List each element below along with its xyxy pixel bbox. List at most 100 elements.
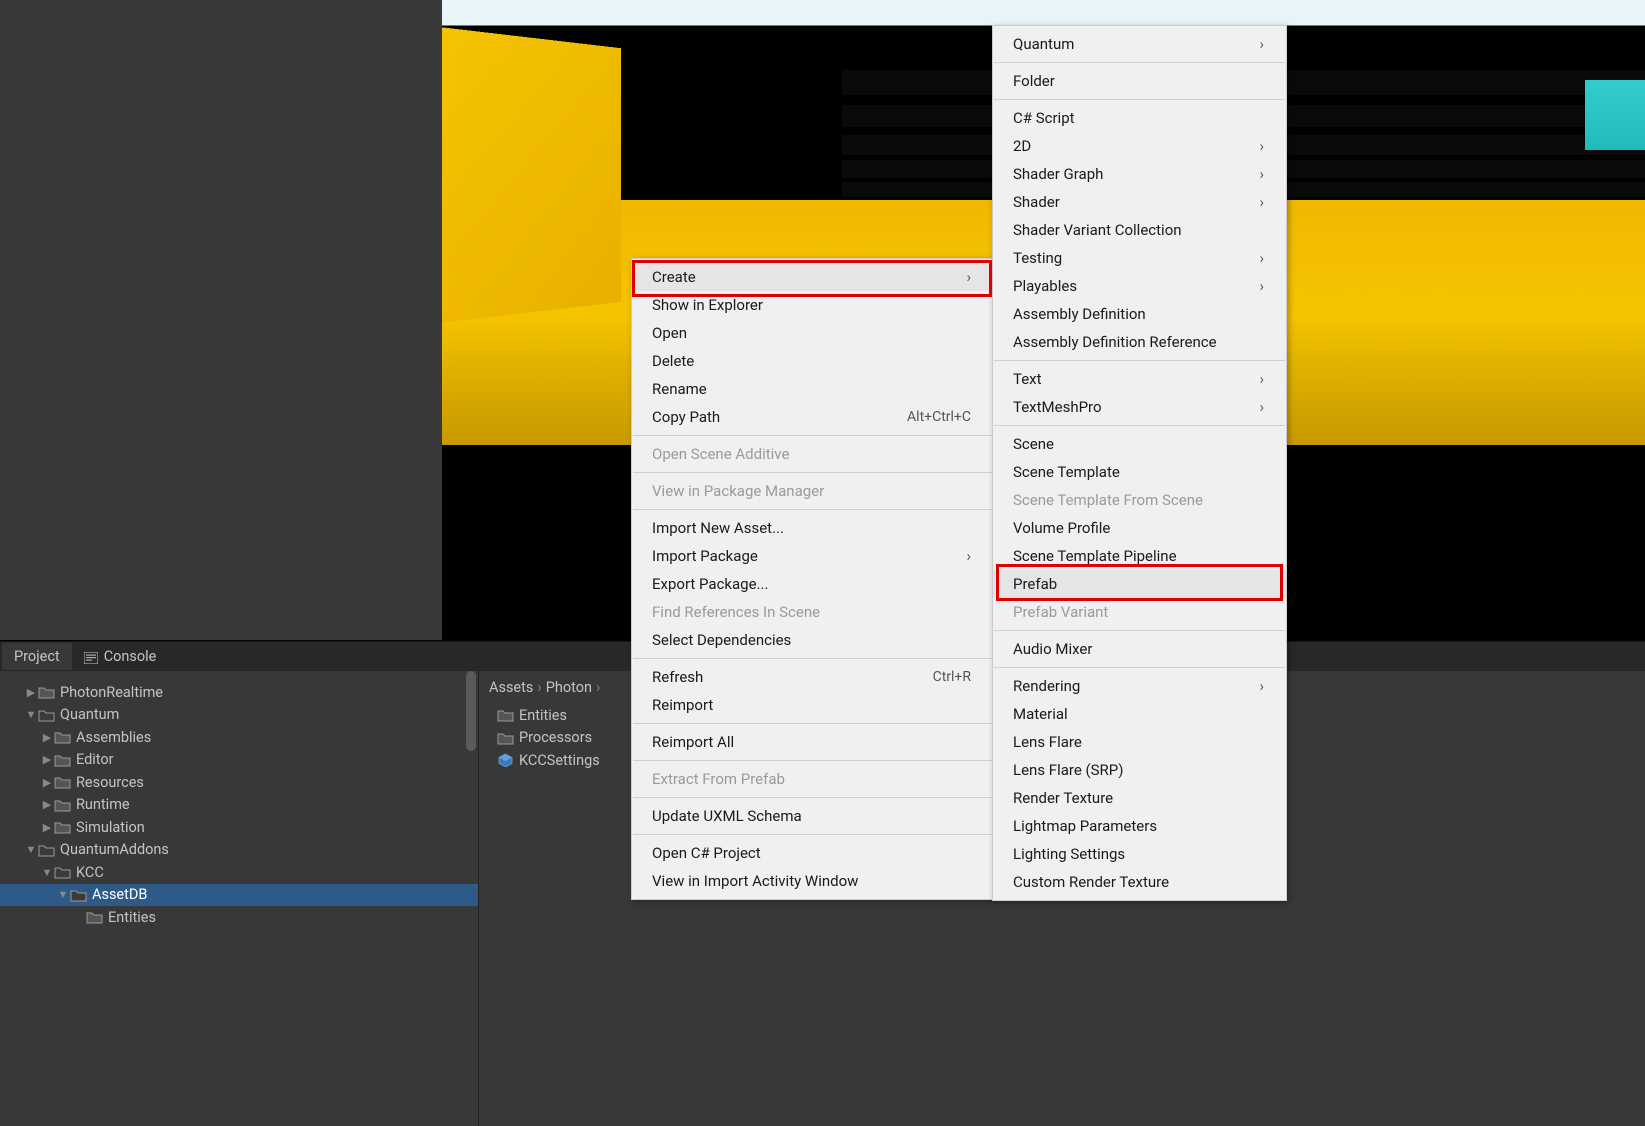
menu-item[interactable]: Rename	[632, 375, 993, 403]
menu-item-label: Rendering	[1013, 677, 1080, 695]
expand-arrow-icon[interactable]: ▼	[56, 888, 70, 901]
expand-arrow-icon[interactable]: ▶	[40, 753, 54, 766]
breadcrumb-item[interactable]: Photon	[546, 679, 592, 696]
menu-item-label: Lens Flare	[1013, 733, 1082, 751]
expand-arrow-icon[interactable]: ▶	[24, 686, 38, 699]
menu-item[interactable]: Open	[632, 319, 993, 347]
menu-item[interactable]: Export Package...	[632, 570, 993, 598]
tab-console[interactable]: Console	[72, 643, 169, 670]
menu-item-label: Scene Template	[1013, 463, 1120, 481]
expand-arrow-icon[interactable]: ▼	[24, 708, 38, 721]
menu-item[interactable]: RefreshCtrl+R	[632, 663, 993, 691]
menu-item[interactable]: Reimport	[632, 691, 993, 719]
tree-item[interactable]: ▼KCC	[0, 861, 478, 884]
expand-arrow-icon[interactable]: ▶	[40, 821, 54, 834]
menu-item-label: Reimport	[652, 696, 713, 714]
menu-item[interactable]: Create›	[632, 263, 993, 291]
menu-item[interactable]: Update UXML Schema	[632, 802, 993, 830]
menu-item[interactable]: Shader Variant Collection	[993, 216, 1286, 244]
tree-item[interactable]: ▶ PhotonRealtime	[0, 681, 478, 704]
tree-item[interactable]: ▶Resources	[0, 771, 478, 794]
menu-item[interactable]: Shader Graph›	[993, 160, 1286, 188]
menu-item[interactable]: Render Texture	[993, 784, 1286, 812]
menu-item[interactable]: Assembly Definition	[993, 300, 1286, 328]
project-tree[interactable]: ▶PhotonRealtime▼Quantum▶Assemblies▶Edito…	[0, 671, 478, 1126]
menu-separator	[633, 723, 992, 724]
menu-item[interactable]: Delete	[632, 347, 993, 375]
menu-item[interactable]: Custom Render Texture	[993, 868, 1286, 896]
expand-arrow-icon[interactable]: ▼	[24, 843, 38, 856]
menu-separator	[633, 834, 992, 835]
menu-item-label: Extract From Prefab	[652, 770, 785, 788]
menu-item[interactable]: Material	[993, 700, 1286, 728]
menu-item[interactable]: Volume Profile	[993, 514, 1286, 542]
scrollbar-thumb[interactable]	[466, 671, 476, 751]
menu-separator	[994, 667, 1285, 668]
folder-icon	[54, 798, 71, 812]
menu-item-label: Copy Path	[652, 408, 720, 426]
menu-item-label: Assembly Definition	[1013, 305, 1146, 323]
chevron-right-icon: ›	[596, 679, 600, 696]
menu-item[interactable]: Open C# Project	[632, 839, 993, 867]
menu-item[interactable]: Prefab	[993, 570, 1286, 598]
menu-item-label: Create	[652, 268, 696, 286]
menu-item[interactable]: 2D›	[993, 132, 1286, 160]
menu-item[interactable]: Folder	[993, 67, 1286, 95]
tree-item[interactable]: ▼QuantumAddons	[0, 839, 478, 862]
menu-item[interactable]: Select Dependencies	[632, 626, 993, 654]
menu-item[interactable]: Import New Asset...	[632, 514, 993, 542]
tree-item-label: Runtime	[76, 796, 130, 813]
tree-item[interactable]: ▶ Runtime	[0, 794, 478, 817]
menu-item[interactable]: C# Script	[993, 104, 1286, 132]
menu-item[interactable]: Shader›	[993, 188, 1286, 216]
menu-item[interactable]: Testing›	[993, 244, 1286, 272]
breadcrumb-item[interactable]: Assets	[489, 679, 533, 696]
menu-item[interactable]: Scene Template Pipeline	[993, 542, 1286, 570]
menu-item[interactable]: Rendering›	[993, 672, 1286, 700]
tree-item-label: PhotonRealtime	[60, 684, 163, 701]
tree-item[interactable]: ▼AssetDB	[0, 884, 478, 907]
menu-item[interactable]: Text›	[993, 365, 1286, 393]
menu-item[interactable]: Audio Mixer	[993, 635, 1286, 663]
menu-item-label: Text	[1013, 370, 1042, 388]
menu-item[interactable]: Lighting Settings	[993, 840, 1286, 868]
menu-item[interactable]: View in Import Activity Window	[632, 867, 993, 895]
menu-item: View in Package Manager	[632, 477, 993, 505]
menu-item-label: Assembly Definition Reference	[1013, 333, 1217, 351]
menu-item[interactable]: Copy PathAlt+Ctrl+C	[632, 403, 993, 431]
menu-item[interactable]: Import Package›	[632, 542, 993, 570]
menu-item[interactable]: Playables›	[993, 272, 1286, 300]
context-menu-primary[interactable]: Create›Show in ExplorerOpenDeleteRenameC…	[631, 258, 994, 900]
menu-item[interactable]: Quantum›	[993, 30, 1286, 58]
context-menu-create[interactable]: Quantum›FolderC# Script2D›Shader Graph›S…	[992, 25, 1287, 901]
menu-item[interactable]: Show in Explorer	[632, 291, 993, 319]
menu-item[interactable]: Scene Template	[993, 458, 1286, 486]
menu-item[interactable]: Lens Flare (SRP)	[993, 756, 1286, 784]
menu-item[interactable]: TextMeshPro›	[993, 393, 1286, 421]
tree-item[interactable]: ▶ Simulation	[0, 816, 478, 839]
expand-arrow-icon[interactable]: ▼	[40, 866, 54, 879]
tree-item[interactable]: ▼Quantum	[0, 704, 478, 727]
tree-item[interactable]: ▶Assemblies	[0, 726, 478, 749]
menu-item-label: Refresh	[652, 668, 703, 686]
menu-item-label: Import New Asset...	[652, 519, 784, 537]
menu-separator	[633, 797, 992, 798]
menu-item-label: Scene Template From Scene	[1013, 491, 1203, 509]
tree-item-label: Editor	[76, 751, 114, 768]
tree-item[interactable]: ▶ Editor	[0, 749, 478, 772]
tab-project[interactable]: Project	[2, 643, 72, 670]
expand-arrow-icon[interactable]: ▶	[40, 731, 54, 744]
folder-icon	[497, 731, 514, 745]
menu-item-label: 2D	[1013, 137, 1031, 155]
menu-item[interactable]: Scene	[993, 430, 1286, 458]
menu-item[interactable]: Lightmap Parameters	[993, 812, 1286, 840]
menu-item[interactable]: Lens Flare	[993, 728, 1286, 756]
menu-item[interactable]: Reimport All	[632, 728, 993, 756]
tree-item[interactable]: Entities	[0, 906, 478, 929]
tree-item-label: Simulation	[76, 819, 145, 836]
menu-item[interactable]: Assembly Definition Reference	[993, 328, 1286, 356]
expand-arrow-icon[interactable]: ▶	[40, 776, 54, 789]
menu-item-label: Import Package	[652, 547, 758, 565]
chevron-right-icon: ›	[1259, 277, 1264, 295]
expand-arrow-icon[interactable]: ▶	[40, 798, 54, 811]
